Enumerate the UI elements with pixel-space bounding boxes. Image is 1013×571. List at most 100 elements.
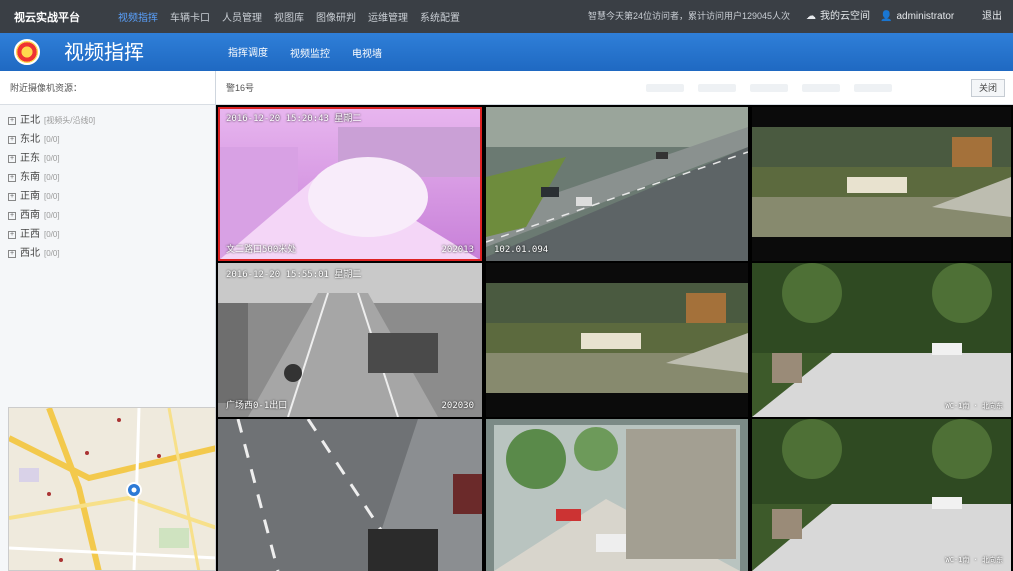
tree-item[interactable]: + 正东 [0/0] — [8, 149, 215, 168]
expand-icon[interactable]: + — [8, 192, 16, 201]
tree-item[interactable]: + 东北 [0/0] — [8, 130, 215, 149]
direction-tree: + 正北 [视频头/沿线0] + 东北 [0/0] + 正东 [0/0] + 东南 [0/0] … — [0, 105, 215, 263]
video-grid: 2016-12-20 15:20:43 星期二 文二路口500米处 202013… — [216, 105, 1013, 571]
video-cell-6[interactable]: WC-1南 · 北向东 — [752, 263, 1011, 417]
tree-item[interactable]: + 正北 [视频头/沿线0] — [8, 111, 215, 130]
expand-icon[interactable]: + — [8, 135, 16, 144]
layout-tool[interactable] — [802, 84, 840, 92]
cloud-icon: ☁ — [806, 11, 816, 22]
video-camera-id: 202013 — [441, 245, 474, 255]
main-panel: 警16号 关闭 2016-12-20 15:20:43 星期二 文二路口500米… — [216, 71, 1013, 571]
expand-icon[interactable]: + — [8, 211, 16, 220]
nav-video-command[interactable]: 视频指挥 — [118, 9, 158, 24]
platform-brand: 视云实战平台 — [14, 11, 80, 24]
tree-item-name: 正北 — [20, 115, 40, 126]
tree-item-count: [0/0] — [44, 135, 60, 144]
video-location: 广场西0-1出口 — [226, 401, 288, 411]
user-menu[interactable]: 👤 administrator — [880, 0, 954, 33]
video-feed — [486, 107, 748, 261]
tab-command-dispatch[interactable]: 指挥调度 — [226, 32, 270, 73]
expand-icon[interactable]: + — [8, 230, 16, 239]
video-cell-8[interactable] — [486, 419, 748, 571]
video-cell-4[interactable]: 2016-12-20 15:55:01 星期二 广场西0-1出口 202030 — [218, 263, 482, 417]
tree-item-count: [0/0] — [44, 230, 60, 239]
visitor-stats: 智慧今天第24位访问者，累计访问用户129045人次 — [588, 11, 791, 21]
my-cloud-label: 我的云空间 — [820, 11, 870, 22]
tree-item[interactable]: + 西北 [0/0] — [8, 244, 215, 263]
user-name: administrator — [896, 11, 955, 22]
tree-item-name: 西北 — [20, 248, 40, 259]
toolbar-tools — [646, 71, 892, 105]
video-camera-id: 202030 — [441, 401, 474, 411]
my-cloud-link[interactable]: ☁ 我的云空间 — [806, 0, 870, 33]
tree-item-count: [0/0] — [44, 211, 60, 220]
logout-button[interactable]: 退出 — [982, 0, 1002, 33]
video-feed — [218, 107, 482, 261]
layout-tool[interactable] — [646, 84, 684, 92]
layout-tool[interactable] — [698, 84, 736, 92]
expand-icon[interactable]: + — [8, 249, 16, 258]
video-feed — [752, 263, 1011, 417]
nav-person[interactable]: 人员管理 — [222, 9, 262, 24]
video-cell-3[interactable] — [752, 107, 1011, 261]
nav-image-analysis[interactable]: 图像研判 — [316, 9, 356, 24]
tree-item-name: 西南 — [20, 210, 40, 221]
video-timestamp: 2016-12-20 15:20:43 星期二 — [226, 114, 362, 124]
tree-item-name: 正东 — [20, 153, 40, 164]
video-cell-9[interactable]: WC-1南 · 北向东 — [752, 419, 1011, 571]
close-button[interactable]: 关闭 — [970, 79, 1005, 97]
video-feed — [752, 419, 1011, 571]
expand-icon[interactable]: + — [8, 116, 16, 125]
nav-system-config[interactable]: 系统配置 — [420, 9, 460, 24]
video-feed — [218, 419, 482, 571]
video-toolbar: 警16号 关闭 — [216, 71, 1013, 105]
location-map[interactable] — [8, 407, 216, 571]
video-feed — [486, 419, 748, 571]
module-tabs: 指挥调度 视频监控 电视墙 — [226, 32, 384, 73]
expand-icon[interactable]: + — [8, 154, 16, 163]
user-icon: 👤 — [880, 11, 893, 22]
tree-item[interactable]: + 正南 [0/0] — [8, 187, 215, 206]
left-panel: 附近摄像机资源： + 正北 [视频头/沿线0] + 东北 [0/0] + 正东 [0/0] … — [0, 71, 216, 571]
video-camera-id: WC-1南 · 北向东 — [945, 402, 1003, 410]
nav-vehicle[interactable]: 车辆卡口 — [170, 9, 210, 24]
nav-image-library[interactable]: 视图库 — [274, 9, 304, 24]
video-cell-7[interactable] — [218, 419, 482, 571]
nav-operations[interactable]: 运维管理 — [368, 9, 408, 24]
video-location: 文二路口500米处 — [226, 245, 297, 255]
top-bar: 视云实战平台 视频指挥 车辆卡口 人员管理 视图库 图像研判 运维管理 系统配置… — [0, 0, 1013, 33]
tree-item[interactable]: + 正西 [0/0] — [8, 225, 215, 244]
video-cell-5[interactable] — [486, 263, 748, 417]
nearby-camera-label: 附近摄像机资源： — [0, 71, 215, 105]
module-title: 视频指挥 — [64, 40, 144, 64]
tree-item-count: [0/0] — [44, 192, 60, 201]
tree-item[interactable]: + 西南 [0/0] — [8, 206, 215, 225]
tree-item-count: [0/0] — [44, 173, 60, 182]
video-camera-id: 102.01.094 — [494, 245, 549, 255]
expand-icon[interactable]: + — [8, 173, 16, 182]
layout-tool[interactable] — [750, 84, 788, 92]
alarm-label: 警16号 — [226, 83, 255, 93]
tree-item-count: [0/0] — [44, 249, 60, 258]
tab-video-monitor[interactable]: 视频监控 — [288, 33, 332, 72]
video-camera-id: WC-1南 · 北向东 — [945, 556, 1003, 564]
tree-item-name: 东南 — [20, 172, 40, 183]
video-feed — [486, 263, 748, 417]
map-canvas — [9, 408, 215, 570]
video-feed — [752, 107, 1011, 261]
video-feed — [218, 263, 482, 417]
layout-tool[interactable] — [854, 84, 892, 92]
tree-item-name: 正西 — [20, 229, 40, 240]
tree-item-count: [视频头/沿线0] — [44, 116, 96, 125]
video-timestamp: 2016-12-20 15:55:01 星期二 — [226, 270, 362, 280]
tree-item-count: [0/0] — [44, 154, 60, 163]
tab-tv-wall[interactable]: 电视墙 — [350, 33, 384, 72]
top-nav: 视频指挥 车辆卡口 人员管理 视图库 图像研判 运维管理 系统配置 — [118, 9, 460, 24]
video-cell-1[interactable]: 2016-12-20 15:20:43 星期二 文二路口500米处 202013 — [218, 107, 482, 261]
tree-item[interactable]: + 东南 [0/0] — [8, 168, 215, 187]
police-emblem-icon — [14, 39, 40, 65]
video-cell-2[interactable]: 102.01.094 — [486, 107, 748, 261]
tree-item-name: 正南 — [20, 191, 40, 202]
module-header: 视频指挥 指挥调度 视频监控 电视墙 — [0, 32, 1013, 73]
tree-item-name: 东北 — [20, 134, 40, 145]
